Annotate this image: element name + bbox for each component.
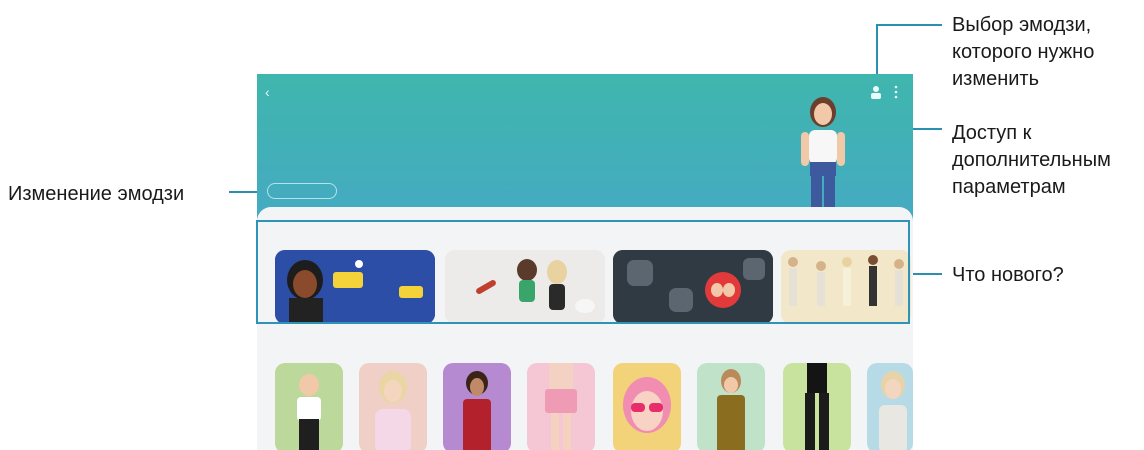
emoji-tile[interactable] xyxy=(359,363,427,450)
more-vertical-icon[interactable] xyxy=(893,84,899,100)
leader-line-select-emoji-h xyxy=(876,24,942,26)
emoji-tile[interactable] xyxy=(275,363,343,450)
page-title xyxy=(281,86,361,96)
edit-emoji-button[interactable] xyxy=(267,183,337,199)
emoji-section-title xyxy=(279,346,419,356)
callout-edit-emoji: Изменение эмодзи xyxy=(8,183,185,205)
callout-whats-new: Что нового? xyxy=(952,264,1064,286)
callout-more-options: Доступ к дополнительным параметрам xyxy=(952,122,1111,198)
callout-select-emoji: Выбор эмодзи, которого нужно изменить xyxy=(952,14,1095,90)
emoji-tile[interactable] xyxy=(783,363,851,450)
leader-line-whats-new xyxy=(910,273,942,275)
emoji-tile[interactable] xyxy=(613,363,681,450)
chevron-left-icon[interactable]: ‹ xyxy=(265,84,270,100)
emoji-tile[interactable] xyxy=(867,363,913,450)
person-icon[interactable] xyxy=(870,84,882,100)
emoji-tile[interactable] xyxy=(527,363,595,450)
emoji-tile[interactable] xyxy=(443,363,511,450)
emoji-tile[interactable] xyxy=(697,363,765,450)
whats-new-highlight xyxy=(256,220,910,324)
